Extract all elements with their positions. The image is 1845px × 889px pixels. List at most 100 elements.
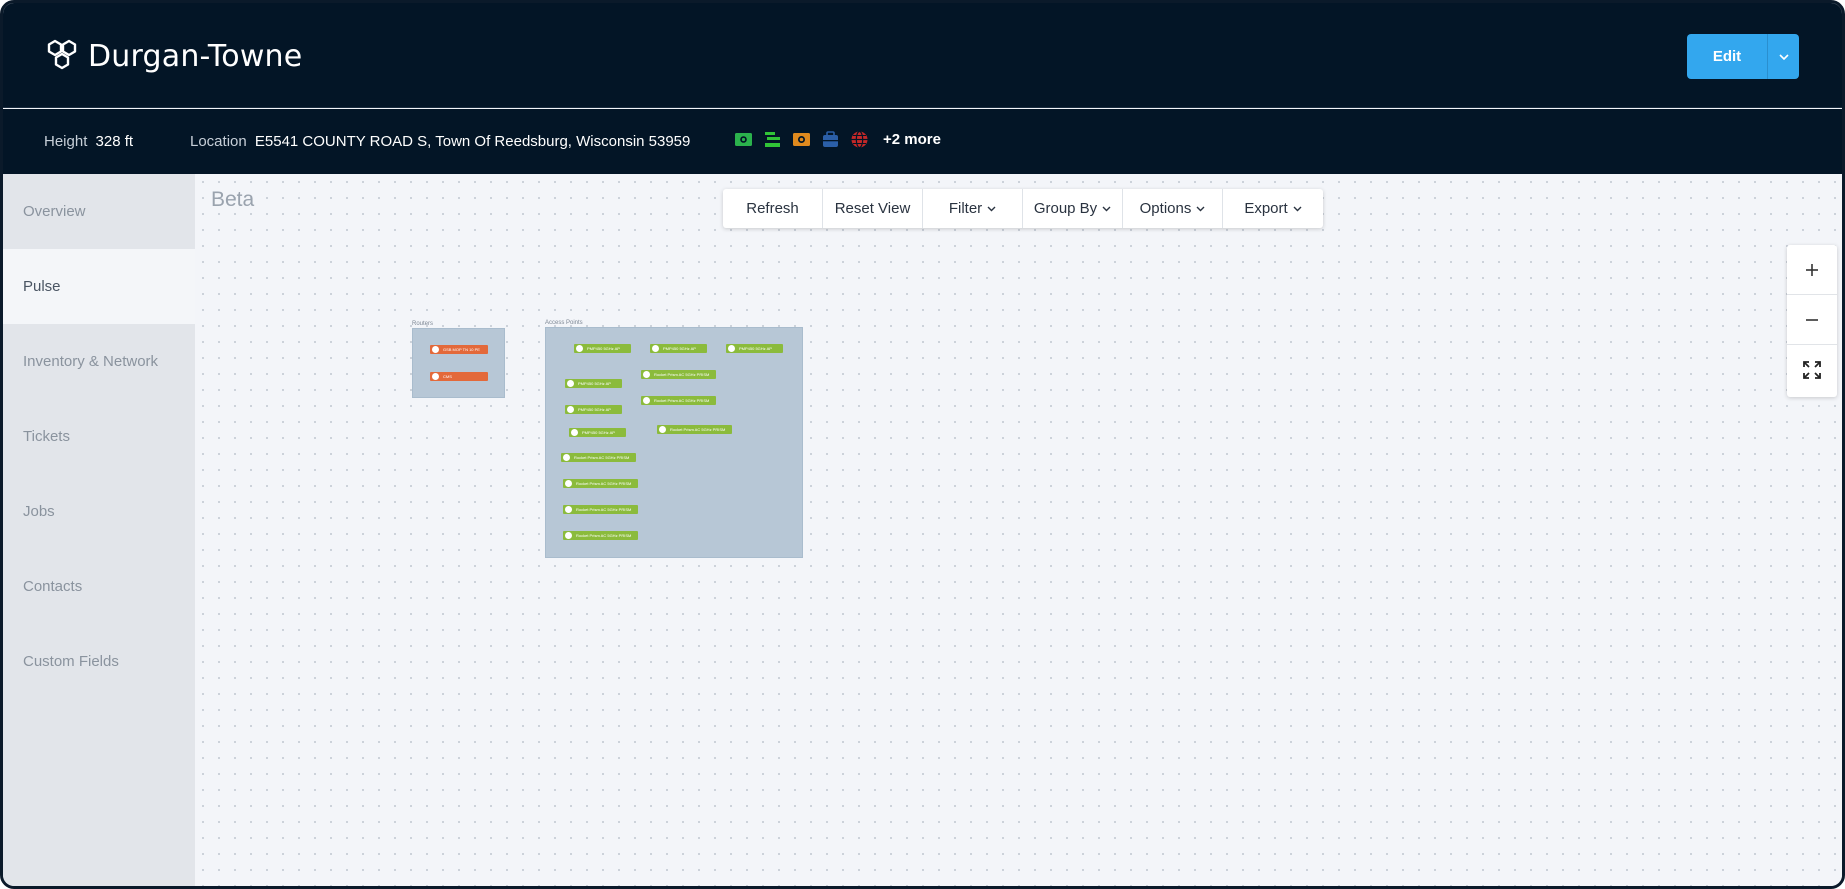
hexagon-cluster-icon [47,39,77,70]
edit-button[interactable]: Edit [1687,34,1767,79]
zoom-controls [1787,245,1837,397]
access-points-group[interactable] [545,327,803,558]
access-point-node[interactable]: PMP450 5GHz AP [650,344,707,353]
site-header: Durgan-Towne Edit [3,3,1842,108]
reset-view-button[interactable]: Reset View [823,189,923,228]
status-dot [565,532,572,539]
height-info: Height 328 ft [44,133,133,150]
location-info: Location E5541 COUNTY ROAD S, Town Of Re… [190,133,690,150]
access-point-node-label: PMP450 5GHz AP [578,381,611,386]
sidebar-nav: Overview Pulse Inventory & Network Ticke… [3,174,195,886]
antenna-icon[interactable] [763,130,782,149]
router-node-label: CMS [443,374,452,379]
camera-icon[interactable] [792,130,811,149]
access-point-node-label: Rocket Prism AC 5GHz PRISM [670,427,726,432]
access-point-node[interactable]: PMP450 5GHz AP [565,405,622,414]
sidebar-item-overview[interactable]: Overview [3,174,195,249]
status-dot [659,426,666,433]
status-dot [643,371,650,378]
chevron-down-icon [987,206,996,211]
height-value: 328 ft [95,133,134,150]
options-dropdown[interactable]: Options [1123,189,1223,228]
filter-label: Filter [948,200,983,217]
site-title: Durgan-Towne [88,39,303,74]
status-dot [643,397,650,404]
chevron-down-icon [1102,206,1111,211]
access-point-node[interactable]: PMP450 5GHz AP [565,379,622,388]
options-label: Options [1139,200,1192,217]
status-dot [567,380,574,387]
status-dot [652,345,659,352]
access-point-node[interactable]: PMP450 5GHz AP [569,428,626,437]
location-value: E5541 COUNTY ROAD S, Town Of Reedsburg, … [254,133,691,150]
status-dot [565,480,572,487]
service-badges: +2 more [734,130,941,149]
chevron-down-icon [1196,206,1205,211]
access-point-node[interactable]: Rocket Prism AC 5GHz PRISM [657,425,732,434]
minus-icon [1806,318,1818,321]
access-points-group-label: Access Points [545,320,583,326]
edit-dropdown-toggle[interactable] [1767,34,1799,79]
status-dot [567,406,574,413]
pulse-canvas[interactable]: Beta Refresh Reset View Filter Group By … [195,174,1842,886]
access-point-node-label: PMP450 5GHz AP [739,346,772,351]
access-point-node-label: PMP450 5GHz AP [663,346,696,351]
access-point-node[interactable]: Rocket Prism AC 5GHz PRISM [563,479,638,488]
access-point-node[interactable]: PMP450 5GHz AP [726,344,783,353]
plus-icon [1806,263,1818,276]
access-point-node-label: Rocket Prism AC 5GHz PRISM [576,481,632,486]
access-point-node[interactable]: Rocket Prism AC 5GHz PRISM [563,505,638,514]
refresh-label: Refresh [746,200,799,217]
reset-view-label: Reset View [834,200,911,217]
access-point-node[interactable]: Rocket Prism AC 5GHz PRISM [641,396,716,405]
status-dot [728,345,735,352]
status-dot [576,345,583,352]
router-node-label: GSB MOP TN 10 PE [443,347,480,352]
app-window: Durgan-Towne Edit Height 328 ft Location… [0,0,1845,889]
sidebar-item-contacts[interactable]: Contacts [3,549,195,624]
chevron-down-icon [1778,53,1789,60]
export-dropdown[interactable]: Export [1223,189,1323,228]
router-node[interactable]: GSB MOP TN 10 PE [430,345,488,354]
group-by-label: Group By [1033,200,1098,217]
location-label: Location [190,133,247,150]
sidebar-item-custom-fields[interactable]: Custom Fields [3,624,195,699]
globe-icon[interactable] [850,130,869,149]
sidebar-item-tickets[interactable]: Tickets [3,399,195,474]
status-dot [571,429,578,436]
routers-group[interactable] [412,328,505,398]
status-dot [563,454,570,461]
access-point-node[interactable]: Rocket Prism AC 5GHz PRISM [561,453,636,462]
edit-button-group: Edit [1687,34,1799,79]
access-point-node[interactable]: Rocket Prism AC 5GHz PRISM [641,370,716,379]
access-point-node[interactable]: Rocket Prism AC 5GHz PRISM [563,531,638,540]
access-point-node-label: Rocket Prism AC 5GHz PRISM [654,372,710,377]
sidebar-item-inventory-network[interactable]: Inventory & Network [3,324,195,399]
router-node[interactable]: CMS [430,372,488,381]
fit-view-button[interactable] [1787,345,1837,395]
site-info-bar: Height 328 ft Location E5541 COUNTY ROAD… [3,109,1842,174]
access-point-node-label: PMP450 5GHz AP [578,407,611,412]
export-label: Export [1244,200,1288,217]
zoom-in-button[interactable] [1787,245,1837,295]
status-dot [565,506,572,513]
access-point-node-label: PMP450 5GHz AP [582,430,615,435]
more-badges-link[interactable]: +2 more [883,131,941,148]
group-by-dropdown[interactable]: Group By [1023,189,1123,228]
briefcase-icon[interactable] [821,130,840,149]
zoom-out-button[interactable] [1787,295,1837,345]
height-label: Height [44,133,88,150]
money-icon[interactable] [734,130,753,149]
filter-dropdown[interactable]: Filter [923,189,1023,228]
sidebar-item-pulse[interactable]: Pulse [3,249,195,324]
access-point-node[interactable]: PMP450 5GHz AP [574,344,631,353]
access-point-node-label: Rocket Prism AC 5GHz PRISM [576,533,632,538]
sidebar-item-jobs[interactable]: Jobs [3,474,195,549]
status-dot [432,373,439,380]
refresh-button[interactable]: Refresh [723,189,823,228]
access-point-node-label: PMP450 5GHz AP [587,346,620,351]
expand-icon [1803,361,1821,379]
beta-label: Beta [211,188,255,211]
canvas-toolbar: Refresh Reset View Filter Group By Optio… [723,189,1323,228]
routers-group-label: Routers [412,321,434,327]
